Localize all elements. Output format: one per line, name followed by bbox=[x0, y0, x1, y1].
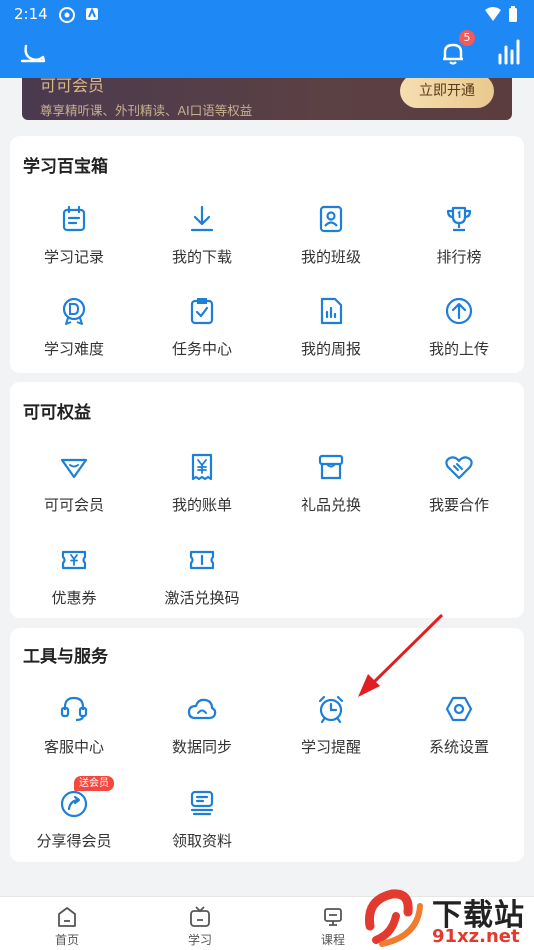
status-time: 2:14 bbox=[14, 5, 48, 23]
headset-icon bbox=[60, 696, 88, 722]
grid-item-label: 学习提醒 bbox=[300, 738, 361, 756]
grid-item-label: 学习难度 bbox=[43, 340, 104, 358]
grid-item-label: 我的账单 bbox=[171, 496, 232, 514]
grid-item-label: 分享得会员 bbox=[36, 832, 112, 850]
alarm-clock-icon bbox=[318, 695, 344, 724]
app-header: 5 bbox=[0, 28, 534, 78]
calendar-icon bbox=[62, 205, 86, 232]
difficulty-badge-icon bbox=[62, 297, 86, 325]
toolbox-card: 学习百宝箱 学习记录 我的下载 我的班级 排行榜 学习难度 任务中心 我的周报 … bbox=[10, 136, 524, 373]
grid-item-customer-service[interactable]: 客服中心 bbox=[10, 694, 138, 774]
grid-item-label: 系统设置 bbox=[428, 738, 489, 756]
grid-item-label: 领取资料 bbox=[171, 832, 232, 850]
grid-item-label: 礼品兑换 bbox=[300, 496, 361, 514]
site-watermark: 下载站 91xz.net bbox=[362, 886, 534, 950]
status-bar: 2:14 bbox=[0, 0, 534, 28]
stats-icon[interactable] bbox=[494, 38, 524, 68]
grid-item-my-uploads[interactable]: 我的上传 bbox=[395, 296, 523, 376]
grid-item-label: 优惠券 bbox=[51, 589, 97, 607]
clipboard-check-icon bbox=[190, 298, 214, 325]
share-icon bbox=[60, 790, 88, 818]
grid-item-label: 任务中心 bbox=[171, 340, 232, 358]
course-icon bbox=[324, 908, 342, 926]
ticket-icon bbox=[189, 550, 215, 570]
diamond-icon bbox=[60, 458, 88, 479]
grid-item-label: 可可会员 bbox=[43, 496, 104, 514]
grid-item-label: 客服中心 bbox=[43, 738, 104, 756]
cloud-icon bbox=[187, 698, 217, 720]
grid-item-my-bill[interactable]: 我的账单 bbox=[138, 452, 266, 532]
upload-icon bbox=[445, 297, 473, 325]
tools-title: 工具与服务 bbox=[23, 647, 108, 667]
class-icon bbox=[319, 205, 343, 233]
handshake-heart-icon bbox=[445, 456, 473, 480]
tab-home[interactable]: 首页 bbox=[37, 903, 97, 949]
grid-item-get-materials[interactable]: 领取资料 bbox=[138, 788, 266, 868]
gift-membership-tag: 送会员 bbox=[74, 776, 114, 791]
battery-icon bbox=[509, 6, 517, 22]
vpn-icon bbox=[59, 7, 75, 23]
tab-label: 课程 bbox=[320, 933, 345, 947]
banner-title: 可可会员 bbox=[40, 78, 105, 95]
member-banner[interactable]: 可可会员 尊享精听课、外刊精读、AI口语等权益 立即开通 bbox=[22, 78, 512, 120]
bill-yen-icon bbox=[191, 453, 213, 481]
grid-item-label: 数据同步 bbox=[171, 738, 232, 756]
tab-label: 首页 bbox=[54, 933, 79, 947]
grid-item-label: 我的周报 bbox=[300, 340, 361, 358]
download-icon bbox=[190, 205, 214, 232]
grid-item-difficulty[interactable]: 学习难度 bbox=[10, 296, 138, 376]
watermark-url: 91xz.net bbox=[432, 926, 520, 947]
watermark-logo-icon bbox=[364, 889, 423, 947]
trophy-icon bbox=[446, 206, 472, 232]
benefits-card: 可可权益 可可会员 我的账单 礼品兑换 我要合作 优惠券 激活兑换码 bbox=[10, 382, 524, 618]
report-chart-icon bbox=[320, 297, 343, 325]
grid-item-weekly-report[interactable]: 我的周报 bbox=[267, 296, 395, 376]
grid-item-label: 排行榜 bbox=[436, 248, 482, 266]
wifi-icon bbox=[485, 7, 501, 21]
grid-item-study-reminder[interactable]: 学习提醒 bbox=[267, 694, 395, 774]
hexagon-settings-icon bbox=[445, 696, 473, 722]
tools-card: 工具与服务 客服中心 数据同步 学习提醒 系统设置 送会员 分享得会员 领取资料 bbox=[10, 628, 524, 862]
grid-item-data-sync[interactable]: 数据同步 bbox=[138, 694, 266, 774]
grid-item-label: 我的上传 bbox=[428, 340, 489, 358]
grid-item-system-settings[interactable]: 系统设置 bbox=[395, 694, 523, 774]
grid-item-gift-exchange[interactable]: 礼品兑换 bbox=[267, 452, 395, 532]
grid-item-study-record[interactable]: 学习记录 bbox=[10, 204, 138, 284]
home-icon bbox=[58, 907, 76, 927]
notification-badge: 5 bbox=[459, 30, 475, 46]
grid-item-task-center[interactable]: 任务中心 bbox=[138, 296, 266, 376]
benefits-title: 可可权益 bbox=[23, 403, 91, 423]
grid-item-membership[interactable]: 可可会员 bbox=[10, 452, 138, 532]
tv-icon bbox=[190, 906, 210, 927]
gift-box-icon bbox=[318, 454, 344, 480]
document-stack-icon bbox=[190, 790, 214, 816]
grid-item-my-downloads[interactable]: 我的下载 bbox=[138, 204, 266, 284]
grid-item-share-membership[interactable]: 送会员 分享得会员 bbox=[10, 776, 138, 868]
tab-label: 学习 bbox=[187, 933, 212, 947]
grid-item-coupons[interactable]: 优惠券 bbox=[10, 545, 138, 625]
tab-courses[interactable]: 课程 bbox=[303, 903, 363, 949]
coupon-yen-icon bbox=[61, 550, 87, 570]
grid-item-my-class[interactable]: 我的班级 bbox=[267, 204, 395, 284]
notification-app-icon bbox=[86, 7, 98, 20]
grid-item-activate-code[interactable]: 激活兑换码 bbox=[138, 545, 266, 625]
grid-item-leaderboard[interactable]: 排行榜 bbox=[395, 204, 523, 284]
toolbox-title: 学习百宝箱 bbox=[23, 157, 108, 177]
grid-item-cooperation[interactable]: 我要合作 bbox=[395, 452, 523, 532]
grid-item-label: 我要合作 bbox=[428, 496, 489, 514]
grid-item-label: 学习记录 bbox=[43, 248, 104, 266]
tab-study[interactable]: 学习 bbox=[170, 903, 230, 949]
grid-item-label: 我的班级 bbox=[300, 248, 361, 266]
banner-subtitle: 尊享精听课、外刊精读、AI口语等权益 bbox=[40, 103, 253, 118]
night-mode-icon[interactable] bbox=[18, 38, 48, 68]
grid-item-label: 激活兑换码 bbox=[164, 589, 240, 607]
grid-item-label: 我的下载 bbox=[171, 248, 232, 266]
open-membership-button[interactable]: 立即开通 bbox=[400, 78, 494, 108]
